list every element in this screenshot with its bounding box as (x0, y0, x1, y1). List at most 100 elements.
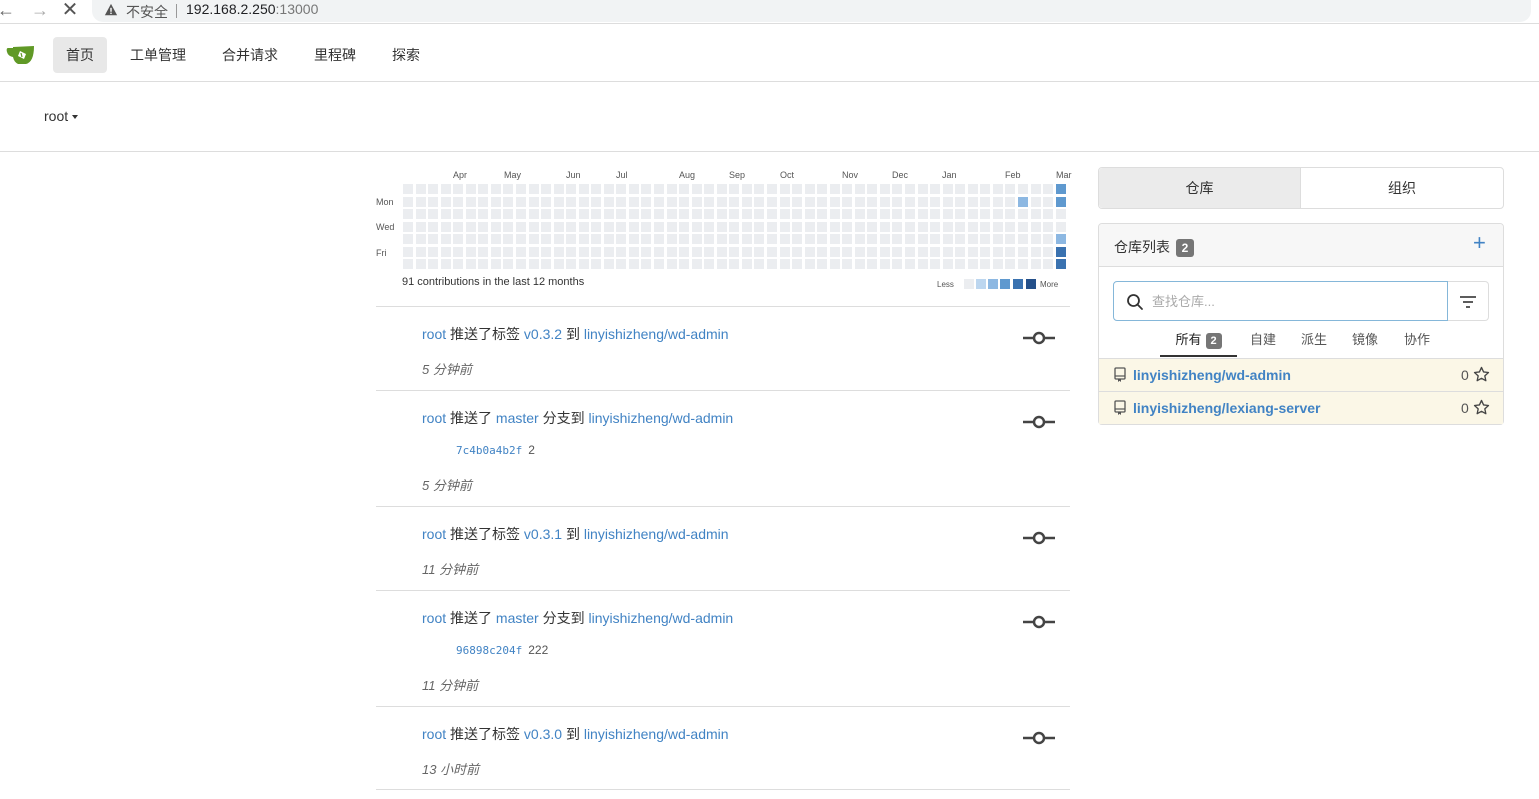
gitea-logo-icon[interactable] (6, 42, 36, 68)
heatmap-cell (603, 259, 614, 269)
heatmap-cell (741, 221, 752, 232)
heatmap-cell (905, 209, 915, 219)
weekday-label: Mon (376, 197, 394, 207)
heatmap-cell (679, 259, 690, 269)
heatmap-cell (779, 221, 790, 232)
heatmap-cell (930, 234, 941, 244)
heatmap-cell (829, 221, 840, 232)
heatmap-cell (553, 221, 564, 232)
subtab-mirrors[interactable]: 镜像 (1351, 329, 1379, 357)
heatmap-cell (503, 234, 514, 244)
heatmap-cell (817, 221, 828, 232)
repo-list-item[interactable]: linyishizheng/wd-admin 0 (1099, 358, 1503, 391)
heatmap-cell (553, 196, 564, 207)
subtab-sources[interactable]: 自建 (1249, 329, 1277, 357)
context-switcher[interactable]: root (44, 108, 79, 124)
heatmap-cell (716, 259, 727, 269)
search-icon (1127, 294, 1143, 310)
heatmap-cell (691, 259, 702, 269)
filter-button[interactable] (1448, 281, 1489, 321)
nav-explore[interactable]: 探索 (379, 37, 433, 73)
heatmap-cell (503, 196, 514, 207)
heatmap-cell (541, 184, 552, 194)
heatmap-cell (754, 234, 765, 244)
ref-link[interactable]: v0.3.1 (524, 526, 562, 542)
tab-organizations[interactable]: 组织 (1301, 168, 1503, 208)
ref-link[interactable]: v0.3.2 (524, 326, 562, 342)
heatmap-cell (704, 246, 715, 257)
add-repo-icon[interactable]: + (1473, 230, 1486, 256)
dashboard-tabs: 仓库 组织 (1098, 167, 1504, 209)
heatmap-cell (465, 259, 476, 269)
commit-sha-link[interactable]: 7c4b0a4b2f (456, 444, 522, 457)
month-label: Apr (453, 170, 468, 180)
back-icon[interactable]: ← (0, 0, 18, 22)
stop-loading-icon[interactable]: ✕ (58, 0, 82, 22)
heatmap-cell (641, 196, 652, 207)
actor-link[interactable]: root (422, 610, 446, 626)
feed-item-text: root 推送了标签 v0.3.0 到 linyishizheng/wd-adm… (422, 724, 729, 744)
heatmap-cell (503, 209, 514, 219)
repo-name-link[interactable]: linyishizheng/wd-admin (1133, 367, 1291, 383)
commit-icon (1023, 531, 1055, 545)
repo-icon (1114, 400, 1126, 415)
actor-link[interactable]: root (422, 526, 446, 542)
repo-search-field[interactable] (1113, 281, 1448, 321)
heatmap-cell (930, 209, 941, 219)
heatmap-cell (603, 209, 614, 219)
repo-link[interactable]: linyishizheng/wd-admin (588, 410, 733, 426)
action-text: 推送了 (450, 410, 493, 426)
heatmap-cell (553, 234, 564, 244)
repo-link[interactable]: linyishizheng/wd-admin (584, 526, 729, 542)
actor-link[interactable]: root (422, 410, 446, 426)
heatmap-cell (691, 234, 702, 244)
mid-text: 到 (565, 726, 580, 742)
heatmap-cell (641, 184, 652, 194)
nav-home[interactable]: 首页 (53, 37, 107, 73)
heatmap-cell (854, 259, 865, 269)
ref-link[interactable]: master (496, 410, 539, 426)
repo-name-link[interactable]: linyishizheng/lexiang-server (1133, 400, 1321, 416)
subtab-forks[interactable]: 派生 (1300, 329, 1328, 357)
heatmap-cell (942, 196, 953, 207)
address-bar[interactable]: 不安全 192.168.2.250:13000 (92, 0, 1531, 22)
heatmap-cell (515, 234, 526, 244)
repo-link[interactable]: linyishizheng/wd-admin (588, 610, 733, 626)
subtab-all[interactable]: 所有 2 (1160, 329, 1237, 357)
actor-link[interactable]: root (422, 726, 446, 742)
tab-repositories[interactable]: 仓库 (1099, 168, 1301, 208)
heatmap-cell (942, 259, 953, 269)
heatmap-cell (1055, 234, 1066, 244)
heatmap-cell (465, 234, 476, 244)
nav-issues[interactable]: 工单管理 (117, 37, 199, 73)
heatmap-cell (980, 184, 991, 194)
heatmap-cell (817, 184, 828, 194)
heatmap-cell (478, 221, 489, 232)
repo-search-input[interactable] (1152, 290, 1432, 312)
heatmap-cell (654, 184, 664, 194)
commit-sha-link[interactable]: 96898c204f (456, 644, 522, 657)
actor-link[interactable]: root (422, 326, 446, 342)
repo-list-item[interactable]: linyishizheng/lexiang-server 0 (1099, 391, 1503, 424)
forward-icon[interactable]: → (28, 0, 52, 22)
heatmap-cell (666, 209, 677, 219)
mid-text: 到 (565, 326, 580, 342)
heatmap-cell (917, 209, 928, 219)
ref-link[interactable]: v0.3.0 (524, 726, 562, 742)
heatmap-cell (1017, 184, 1028, 194)
legend-cell (988, 279, 998, 289)
nav-pull-requests[interactable]: 合并请求 (209, 37, 291, 73)
nav-milestones[interactable]: 里程碑 (301, 37, 369, 73)
heatmap-cell (654, 234, 664, 244)
subtab-collaborative[interactable]: 协作 (1403, 329, 1431, 357)
heatmap-cell (955, 209, 966, 219)
ref-link[interactable]: master (496, 610, 539, 626)
heatmap-cell (578, 234, 589, 244)
heatmap-cell (892, 234, 903, 244)
repo-link[interactable]: linyishizheng/wd-admin (584, 326, 729, 342)
heatmap-cell (616, 196, 627, 207)
repo-link[interactable]: linyishizheng/wd-admin (584, 726, 729, 742)
heatmap-cell (754, 259, 765, 269)
heatmap-cell (766, 246, 777, 257)
heatmap-cell (578, 259, 589, 269)
